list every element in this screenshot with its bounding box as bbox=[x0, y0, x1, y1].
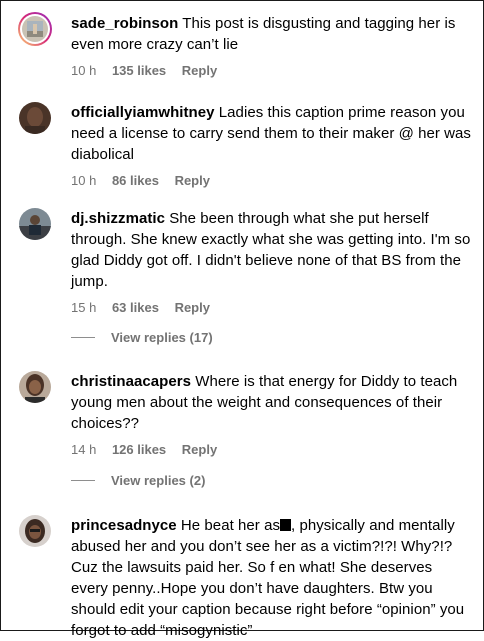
comment-time: 15 h bbox=[71, 300, 97, 315]
avatar[interactable] bbox=[17, 11, 53, 47]
comment-text-block: officiallyiamwhitney Ladies this caption… bbox=[71, 102, 471, 165]
avatar-icon bbox=[19, 208, 51, 240]
likes-count[interactable]: 126 likes bbox=[112, 442, 166, 458]
divider-line bbox=[71, 337, 95, 339]
comment-time: 14 h bbox=[71, 442, 97, 457]
avatar-icon bbox=[19, 515, 51, 547]
comment-body: sade_robinson This post is disgusting an… bbox=[71, 13, 471, 79]
reply-button[interactable]: Reply bbox=[175, 173, 210, 189]
comment-text-block: dj.shizzmatic She been through what she … bbox=[71, 208, 471, 292]
avatar[interactable] bbox=[19, 102, 51, 134]
likes-count[interactable]: 86 likes bbox=[112, 173, 159, 189]
likes-count[interactable]: 135 likes bbox=[112, 63, 166, 79]
username-link[interactable]: dj.shizzmatic bbox=[71, 210, 165, 227]
username-link[interactable]: princesadnyce bbox=[71, 517, 177, 534]
comment-meta: 10 h 86 likes Reply bbox=[71, 173, 471, 189]
comment-text-block: sade_robinson This post is disgusting an… bbox=[71, 13, 471, 55]
comment-body: dj.shizzmatic She been through what she … bbox=[71, 208, 471, 316]
comment-meta: 14 h 126 likes Reply bbox=[71, 442, 471, 458]
comment-body: officiallyiamwhitney Ladies this caption… bbox=[71, 102, 471, 189]
view-replies-label: View replies (2) bbox=[111, 473, 206, 488]
divider-line bbox=[71, 480, 95, 482]
comment-body: christinaacapers Where is that energy fo… bbox=[71, 371, 471, 458]
comment-text-block: princesadnyce He beat her as, physically… bbox=[71, 515, 471, 641]
avatar[interactable] bbox=[19, 208, 51, 240]
comment-body: princesadnyce He beat her as, physically… bbox=[71, 515, 471, 641]
likes-count[interactable]: 63 likes bbox=[112, 300, 159, 316]
username-link[interactable]: sade_robinson bbox=[71, 15, 178, 32]
avatar[interactable] bbox=[19, 371, 51, 403]
view-replies-label: View replies (17) bbox=[111, 330, 213, 345]
story-ring-avatar-icon bbox=[18, 12, 52, 46]
reply-button[interactable]: Reply bbox=[182, 442, 217, 458]
avatar-icon bbox=[19, 371, 51, 403]
reply-button[interactable]: Reply bbox=[175, 300, 210, 316]
username-link[interactable]: officiallyiamwhitney bbox=[71, 104, 215, 121]
comment-text-part2: , physically and mentally abused her and… bbox=[71, 517, 465, 639]
comments-panel: sade_robinson This post is disgusting an… bbox=[0, 0, 484, 639]
view-replies-button[interactable]: View replies (17) bbox=[71, 330, 213, 346]
redaction-mark bbox=[280, 519, 292, 531]
reply-button[interactable]: Reply bbox=[182, 63, 217, 79]
comment-text-block: christinaacapers Where is that energy fo… bbox=[71, 371, 471, 434]
comment-meta: 15 h 63 likes Reply bbox=[71, 300, 471, 316]
comment-time: 10 h bbox=[71, 63, 97, 78]
view-replies-button[interactable]: View replies (2) bbox=[71, 473, 205, 489]
avatar[interactable] bbox=[19, 515, 51, 547]
avatar-icon bbox=[19, 102, 51, 134]
username-link[interactable]: christinaacapers bbox=[71, 373, 191, 390]
comment-time: 10 h bbox=[71, 173, 97, 188]
comment-text-part1: He beat her as bbox=[180, 517, 281, 534]
comment-meta: 10 h 135 likes Reply bbox=[71, 63, 471, 79]
